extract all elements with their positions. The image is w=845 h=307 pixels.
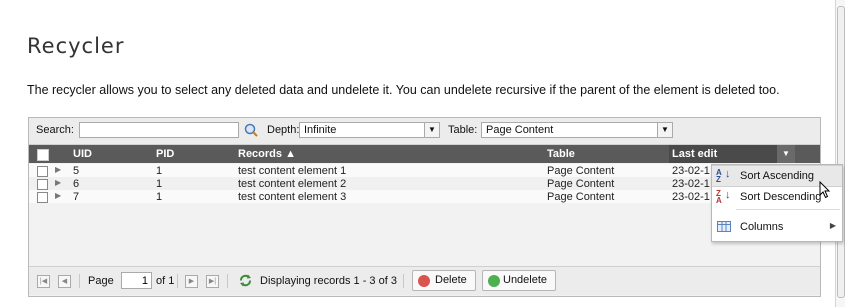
cell-last-edit: 23-02-1 bbox=[672, 191, 710, 203]
cell-pid: 1 bbox=[156, 178, 163, 190]
cell-record: test content element 2 bbox=[238, 178, 347, 190]
grid-rows: ▶ 5 1 test content element 1 Page Conten… bbox=[29, 164, 820, 203]
select-all-checkbox[interactable] bbox=[37, 149, 49, 161]
column-pid[interactable]: PID bbox=[156, 148, 174, 160]
search-input[interactable] bbox=[79, 122, 239, 138]
chevron-down-icon[interactable]: ▼ bbox=[424, 123, 439, 137]
cell-uid: 5 bbox=[73, 165, 80, 177]
column-header-menu: AZ ↓ Sort Ascending ZA ↓ Sort Descending… bbox=[711, 164, 843, 242]
grid-toolbar: Search: Depth: Infinite ▼ Table: Page Co… bbox=[29, 118, 820, 145]
cell-table: Page Content bbox=[547, 165, 615, 177]
page-label: Page bbox=[88, 275, 114, 287]
cell-uid: 7 bbox=[73, 191, 80, 203]
menu-item-label: Columns bbox=[740, 221, 784, 233]
menu-item-label: Sort Ascending bbox=[740, 170, 814, 182]
depth-value: Infinite bbox=[304, 124, 337, 136]
menu-item-columns[interactable]: Columns ▶ bbox=[712, 217, 842, 237]
row-checkbox[interactable] bbox=[37, 166, 48, 177]
columns-icon bbox=[717, 221, 731, 232]
page-number-input[interactable] bbox=[121, 272, 152, 289]
table-row[interactable]: ▶ 7 1 test content element 3 Page Conten… bbox=[29, 190, 820, 203]
delete-button-label: Delete bbox=[435, 274, 467, 286]
page-title: Recycler bbox=[27, 34, 125, 58]
first-page-icon[interactable]: |◀ bbox=[37, 275, 50, 288]
cell-last-edit: 23-02-1 bbox=[672, 165, 710, 177]
page-description: The recycler allows you to select any de… bbox=[27, 83, 780, 97]
search-label: Search: bbox=[36, 124, 74, 136]
expand-icon[interactable]: ▶ bbox=[55, 191, 61, 200]
table-row[interactable]: ▶ 6 1 test content element 2 Page Conten… bbox=[29, 177, 820, 190]
undelete-button[interactable]: Undelete bbox=[482, 270, 556, 291]
table-row[interactable]: ▶ 5 1 test content element 1 Page Conten… bbox=[29, 164, 820, 177]
page-of-label: of 1 bbox=[156, 275, 175, 287]
cell-last-edit: 23-02-1 bbox=[672, 178, 710, 190]
prev-page-icon[interactable]: ◀ bbox=[58, 275, 71, 288]
pager-separator bbox=[403, 274, 404, 288]
expand-icon[interactable]: ▶ bbox=[55, 178, 61, 187]
cell-uid: 6 bbox=[73, 178, 80, 190]
undelete-button-label: Undelete bbox=[503, 274, 548, 286]
cell-pid: 1 bbox=[156, 165, 163, 177]
paging-toolbar: |◀ ◀ Page of 1 ▶ ▶| Displaying records 1… bbox=[29, 266, 820, 295]
menu-divider bbox=[736, 209, 840, 210]
vertical-scrollbar[interactable] bbox=[835, 0, 845, 307]
delete-icon bbox=[418, 275, 430, 287]
cell-table: Page Content bbox=[547, 191, 615, 203]
undelete-icon bbox=[488, 275, 500, 287]
table-select[interactable]: Page Content ▼ bbox=[481, 122, 673, 138]
pager-separator bbox=[79, 274, 80, 288]
column-uid[interactable]: UID bbox=[73, 148, 92, 160]
last-page-icon[interactable]: ▶| bbox=[206, 275, 219, 288]
submenu-arrow-icon: ▶ bbox=[829, 221, 836, 230]
cell-record: test content element 3 bbox=[238, 191, 347, 203]
next-page-icon[interactable]: ▶ bbox=[185, 275, 198, 288]
pager-separator bbox=[227, 274, 228, 288]
depth-label: Depth: bbox=[267, 124, 300, 136]
cell-record: test content element 1 bbox=[238, 165, 347, 177]
cell-table: Page Content bbox=[547, 178, 615, 190]
row-checkbox[interactable] bbox=[37, 179, 48, 190]
depth-select[interactable]: Infinite ▼ bbox=[299, 122, 440, 138]
display-info: Displaying records 1 - 3 of 3 bbox=[260, 275, 397, 287]
chevron-down-icon[interactable]: ▼ bbox=[657, 123, 672, 137]
column-records[interactable]: Records ▲ bbox=[238, 148, 296, 160]
row-checkbox[interactable] bbox=[37, 192, 48, 203]
menu-item-label: Sort Descending bbox=[740, 191, 822, 203]
column-menu-trigger[interactable]: ▼ bbox=[777, 145, 795, 163]
grid-header: UID PID Records ▲ Table Last edit ▼ bbox=[29, 145, 820, 163]
scrollbar-thumb[interactable] bbox=[837, 6, 845, 298]
window: Recycler The recycler allows you to sele… bbox=[0, 0, 845, 307]
column-table[interactable]: Table bbox=[547, 148, 575, 160]
sort-arrow-icon: ↓ bbox=[725, 189, 731, 201]
expand-icon[interactable]: ▶ bbox=[55, 165, 61, 174]
pager-separator bbox=[177, 274, 178, 288]
recycler-grid-panel: Search: Depth: Infinite ▼ Table: Page Co… bbox=[28, 117, 821, 297]
sort-arrow-icon: ↓ bbox=[725, 168, 731, 180]
cursor-icon bbox=[819, 181, 831, 199]
cell-pid: 1 bbox=[156, 191, 163, 203]
table-value: Page Content bbox=[486, 124, 554, 136]
column-last-edit[interactable]: Last edit bbox=[672, 148, 717, 160]
table-label: Table: bbox=[448, 124, 478, 136]
delete-button[interactable]: Delete bbox=[412, 270, 476, 291]
refresh-icon[interactable] bbox=[239, 274, 252, 287]
search-icon[interactable] bbox=[243, 122, 259, 138]
